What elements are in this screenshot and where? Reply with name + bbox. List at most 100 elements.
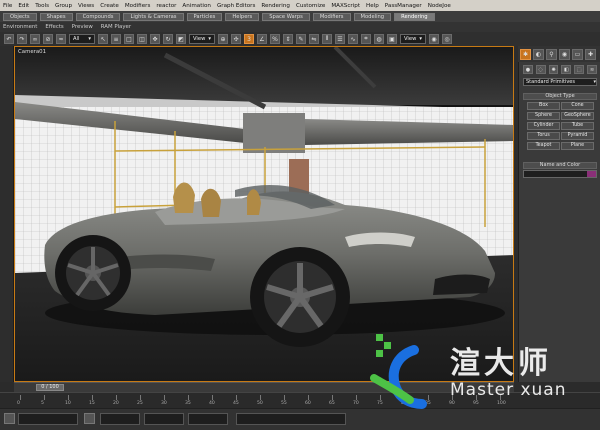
tab-compounds[interactable]: Compounds [75,12,121,21]
modify-tab-icon[interactable]: ◐ [533,48,544,60]
lock-selection-icon[interactable] [84,413,95,424]
menu-modifiers[interactable]: Modifiers [125,3,151,9]
menu-reactor[interactable]: reactor [156,3,176,9]
y-coordinate-field[interactable] [144,413,184,425]
tab-particles[interactable]: Particles [186,12,223,21]
tab-helpers[interactable]: Helpers [225,12,260,21]
menu-views[interactable]: Views [78,3,94,9]
quick-render-icon[interactable]: ◉ [429,34,439,44]
rotate-icon[interactable]: ↻ [163,34,173,44]
schematic-view-icon[interactable]: ⌗ [361,34,371,44]
object-type-rollout[interactable]: Object Type [523,93,597,100]
tube-button[interactable]: Tube [561,122,594,130]
undo-icon[interactable]: ↶ [4,34,14,44]
pyramid-button[interactable]: Pyramid [561,132,594,140]
redo-icon[interactable]: ↷ [17,34,27,44]
angle-snap-icon[interactable]: ∠ [257,34,267,44]
window-crossing-icon[interactable]: ◫ [137,34,147,44]
maxscript-mini-listener[interactable] [18,413,78,425]
scale-icon[interactable]: ◩ [176,34,186,44]
lights-icon[interactable]: ✺ [548,65,559,74]
select-manipulate-icon[interactable]: ✣ [231,34,241,44]
cone-button[interactable]: Cone [561,102,594,110]
tab-space-warps[interactable]: Space Warps [262,12,310,21]
menu-rendering[interactable]: Rendering [261,3,290,9]
tab-modeling[interactable]: Modeling [353,12,392,21]
link-icon[interactable]: ∞ [30,34,40,44]
z-coordinate-field[interactable] [188,413,228,425]
time-slider-thumb[interactable]: 0 / 100 [36,384,64,391]
track-tick [284,395,285,400]
render-type-dropdown[interactable]: View ▾ [400,34,426,44]
create-tab-icon[interactable]: ✱ [520,48,531,60]
display-tab-icon[interactable]: ▭ [572,48,583,60]
render-setup-icon[interactable]: ▣ [387,34,397,44]
menu-passmanager[interactable]: PassManager [385,3,422,9]
teapot-button[interactable]: Teapot [527,142,560,150]
primitive-category-value: Standard Primitives [526,79,575,85]
hierarchy-tab-icon[interactable]: ⚲ [546,48,557,60]
reference-coord-dropdown[interactable]: View ▾ [189,34,215,44]
sphere-button[interactable]: Sphere [527,112,560,120]
track-tick-label: 5 [41,401,44,406]
environment-button[interactable]: Environment [3,24,37,30]
curve-editor-icon[interactable]: ∿ [348,34,358,44]
named-selection-icon[interactable]: ✎ [296,34,306,44]
menu-help[interactable]: Help [366,3,379,9]
maxscript-listener-icon[interactable] [4,413,15,424]
selection-filter-dropdown[interactable]: All ▾ [69,34,95,44]
x-coordinate-field[interactable] [100,413,140,425]
box-button[interactable]: Box [527,102,560,110]
material-editor-icon[interactable]: ◍ [374,34,384,44]
snap-toggle-icon[interactable]: 3 [244,34,254,44]
mirror-icon[interactable]: ⇋ [309,34,319,44]
menu-edit[interactable]: Edit [18,3,29,9]
primitive-category-dropdown[interactable]: Standard Primitives ▾ [523,78,597,86]
geosphere-button[interactable]: GeoSphere [561,112,594,120]
menu-graph-editors[interactable]: Graph Editors [217,3,255,9]
motion-tab-icon[interactable]: ◉ [559,48,570,60]
bind-spacewarp-icon[interactable]: ≈ [56,34,66,44]
percent-snap-icon[interactable]: % [270,34,280,44]
tab-modifiers[interactable]: Modifiers [312,12,351,21]
ram-player-button[interactable]: RAM Player [101,24,131,30]
effects-button[interactable]: Effects [45,24,63,30]
rect-selection-icon[interactable]: □ [124,34,134,44]
menu-file[interactable]: File [3,3,12,9]
spacewarps-icon[interactable]: ≋ [587,65,597,74]
cameras-icon[interactable]: ◧ [561,65,572,74]
tab-rendering[interactable]: Rendering [394,12,435,21]
render-last-icon[interactable]: ◎ [442,34,452,44]
align-icon[interactable]: ⫴ [322,34,332,44]
menu-nodejoe[interactable]: NodeJoe [428,3,451,9]
menu-group[interactable]: Group [55,3,72,9]
shapes-icon[interactable]: ◌ [535,65,546,74]
pivot-center-icon[interactable]: ⊕ [218,34,228,44]
geometry-icon[interactable]: ● [523,65,533,74]
viewport-label[interactable]: Camera01 [18,49,46,55]
menu-customize[interactable]: Customize [296,3,325,9]
select-object-icon[interactable]: ↖ [98,34,108,44]
layer-manager-icon[interactable]: ☰ [335,34,345,44]
helpers-icon[interactable]: ⬚ [574,65,585,74]
track-tick [140,395,141,400]
object-color-swatch[interactable] [587,171,596,177]
menu-tools[interactable]: Tools [35,3,49,9]
spinner-snap-icon[interactable]: ⇕ [283,34,293,44]
torus-button[interactable]: Torus [527,132,560,140]
menu-create[interactable]: Create [100,3,119,9]
cylinder-button[interactable]: Cylinder [527,122,560,130]
tab-shapes[interactable]: Shapes [39,12,73,21]
tab-objects[interactable]: Objects [3,12,37,21]
object-name-field[interactable] [523,170,597,178]
menu-maxscript[interactable]: MAXScript [331,3,360,9]
menu-animation[interactable]: Animation [182,3,211,9]
name-color-rollout[interactable]: Name and Color [523,162,597,169]
plane-button[interactable]: Plane [561,142,594,150]
utilities-tab-icon[interactable]: ✚ [585,48,596,60]
move-icon[interactable]: ✥ [150,34,160,44]
select-by-name-icon[interactable]: ≡ [111,34,121,44]
preview-button[interactable]: Preview [72,24,93,30]
tab-lights-cameras[interactable]: Lights & Cameras [123,12,184,21]
unlink-icon[interactable]: ⊘ [43,34,53,44]
